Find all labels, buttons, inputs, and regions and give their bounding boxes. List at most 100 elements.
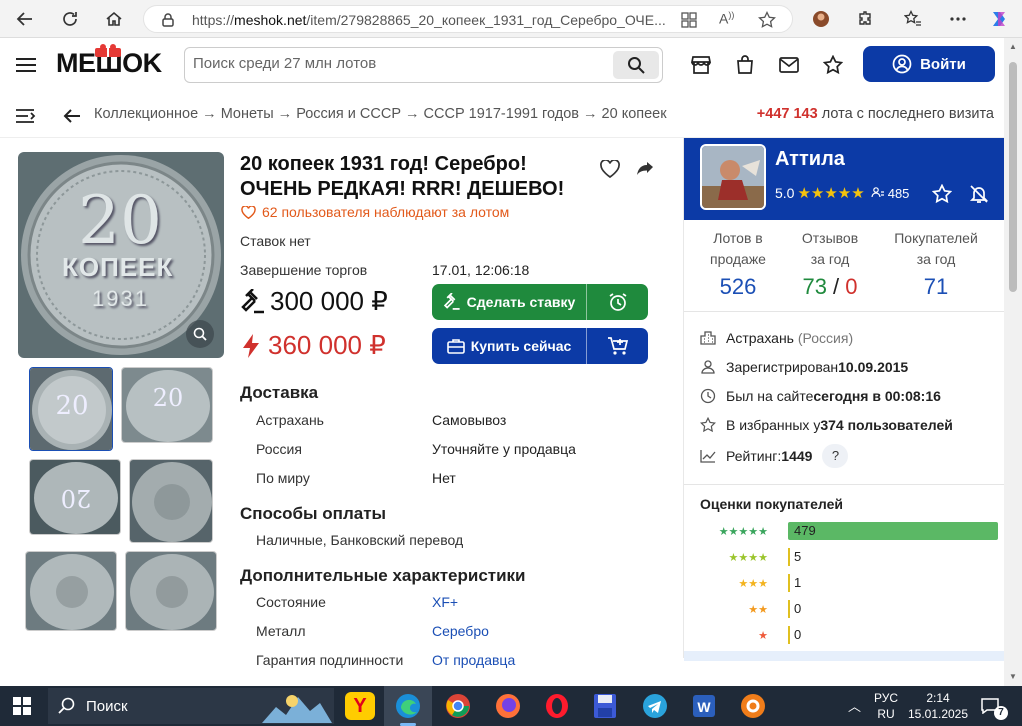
notifications-off-icon[interactable] [969, 184, 989, 204]
store-icon[interactable] [691, 56, 711, 74]
seller-panel: Аттила 5.0 ★★★★★ 485 Лотов в продаже 526… [683, 138, 1004, 661]
divider [684, 484, 1004, 485]
panel-footer [684, 651, 1004, 661]
main-lot-photo[interactable]: 20 КОПЕЕК 1931 [18, 152, 224, 358]
app-grid-icon[interactable] [681, 12, 697, 28]
edge-taskbar-button[interactable] [384, 686, 432, 726]
authenticity-link[interactable]: От продавца [432, 652, 515, 668]
rating-row[interactable]: ★★★ 1 [700, 573, 1000, 593]
language-indicator[interactable]: РУС RU [874, 690, 898, 722]
app-orange-icon[interactable] [740, 693, 766, 719]
tray-expand-icon[interactable]: ︿ [848, 696, 861, 715]
search-input[interactable] [193, 55, 603, 72]
reviewers-icon [871, 187, 884, 198]
login-button[interactable]: Войти [863, 46, 995, 82]
favorite-star-icon[interactable] [758, 11, 776, 29]
word-icon[interactable]: W [691, 693, 717, 719]
stat-reviews-year: Отзывов за год 73 / 0 [801, 230, 859, 299]
shopping-bag-icon[interactable] [735, 55, 755, 75]
share-icon[interactable] [636, 161, 654, 177]
hamburger-menu-icon[interactable] [16, 57, 36, 73]
home-icon[interactable] [101, 7, 127, 31]
firefox-icon[interactable] [495, 693, 521, 719]
mail-icon[interactable] [779, 57, 799, 73]
yandex-browser-icon[interactable]: Y [345, 692, 375, 720]
url-text: https://meshok.net/item/279828865_20_коп… [192, 12, 666, 28]
rating-stars-icon: ★★ [748, 603, 768, 616]
taskbar-search[interactable]: Поиск [48, 688, 334, 724]
scroll-thumb[interactable] [1009, 62, 1017, 292]
read-aloud-icon[interactable]: A)) [719, 10, 734, 27]
rating-bar [788, 522, 998, 540]
buy-now-button[interactable]: Купить сейчас [432, 328, 648, 364]
briefcase-icon [446, 339, 465, 354]
lot-title: 20 копеек 1931 год! Серебро! ОЧЕНЬ РЕДКА… [240, 153, 565, 200]
seller-avatar[interactable] [700, 144, 766, 210]
condition-link[interactable]: XF+ [432, 594, 458, 610]
breadcrumb-bar: Коллекционное → Монеты → Россия и СССР →… [0, 94, 1004, 138]
save-disk-icon[interactable] [593, 693, 617, 719]
thumbnail-6[interactable] [125, 551, 217, 631]
page-scrollbar[interactable]: ▲ ▼ [1004, 38, 1022, 686]
heart-icon[interactable] [600, 160, 620, 178]
place-bid-button[interactable]: Сделать ставку [432, 284, 648, 320]
rating-row[interactable]: ★★★★★ 479 [700, 521, 1000, 541]
stat-buyers-year: Покупателей за год 71 [894, 230, 978, 299]
delivery-key: Астрахань [256, 412, 324, 428]
copilot-icon[interactable] [986, 7, 1012, 31]
breadcrumb[interactable]: Коллекционное → Монеты → Россия и СССР →… [94, 106, 667, 122]
place-bid-main[interactable]: Сделать ставку [432, 284, 587, 320]
rating-help-button[interactable]: ? [822, 444, 849, 468]
clock[interactable]: 2:14 15.01.2025 [906, 690, 970, 722]
seller-name[interactable]: Аттила [775, 148, 845, 171]
thumbnail-4[interactable] [129, 459, 213, 543]
chrome-icon[interactable] [445, 693, 471, 719]
telegram-icon[interactable] [642, 693, 668, 719]
more-menu-icon[interactable] [945, 7, 971, 31]
windows-start-icon[interactable] [13, 697, 31, 715]
trend-icon [700, 450, 716, 463]
end-label: Завершение торгов [240, 262, 368, 278]
new-lots-counter[interactable]: +447 143 лота с последнего визита [757, 106, 994, 122]
thumbnail-1[interactable]: 20 [29, 367, 113, 451]
thumbnail-2[interactable]: 20 [121, 367, 213, 443]
rating-row[interactable]: ★★★★ 5 [700, 547, 1000, 567]
delivery-value: Самовывоз [432, 412, 507, 428]
scroll-up-icon[interactable]: ▲ [1009, 42, 1017, 51]
extensions-icon[interactable] [852, 7, 878, 31]
browser-toolbar: https://meshok.net/item/279828865_20_коп… [0, 0, 1022, 38]
rating-row[interactable]: ★ 0 [700, 625, 1000, 645]
extension-avatar-icon[interactable] [808, 7, 834, 31]
coin-denomination: 20 [78, 182, 162, 259]
watch-heart-icon [241, 205, 256, 219]
thumbnail-3[interactable]: 20 [29, 459, 121, 535]
payment-methods: Наличные, Банковский перевод [256, 532, 464, 548]
cart-plus-icon [608, 337, 629, 355]
scroll-down-icon[interactable]: ▼ [1009, 672, 1017, 681]
address-bar[interactable]: https://meshok.net/item/279828865_20_коп… [143, 5, 793, 33]
seller-favorite-icon[interactable] [932, 184, 952, 204]
svg-text:20: 20 [55, 391, 88, 421]
thumbnail-5[interactable] [25, 551, 117, 631]
favorites-star-icon[interactable] [823, 55, 843, 75]
delivery-value: Уточняйте у продавца [432, 441, 576, 457]
categories-menu-icon[interactable] [16, 108, 36, 124]
set-reminder-button[interactable] [588, 284, 648, 320]
rating-count: 5 [794, 549, 802, 564]
opera-icon[interactable] [544, 693, 570, 719]
refresh-icon[interactable] [57, 7, 83, 31]
back-arrow-icon[interactable] [62, 107, 82, 125]
add-to-cart-button[interactable] [588, 328, 648, 364]
buy-now-main[interactable]: Купить сейчас [432, 328, 587, 364]
seller-header: Аттила 5.0 ★★★★★ 485 [684, 138, 1004, 220]
favorites-list-icon[interactable] [900, 7, 926, 31]
user-icon [701, 360, 715, 374]
rating-row[interactable]: ★★ 0 [700, 599, 1000, 619]
city-icon [700, 331, 716, 345]
back-icon[interactable] [12, 7, 38, 31]
search-button[interactable] [613, 51, 659, 79]
svg-text:W: W [697, 699, 711, 715]
metal-link[interactable]: Серебро [432, 623, 489, 639]
delivery-key: По миру [256, 470, 310, 486]
zoom-button[interactable] [186, 320, 214, 348]
